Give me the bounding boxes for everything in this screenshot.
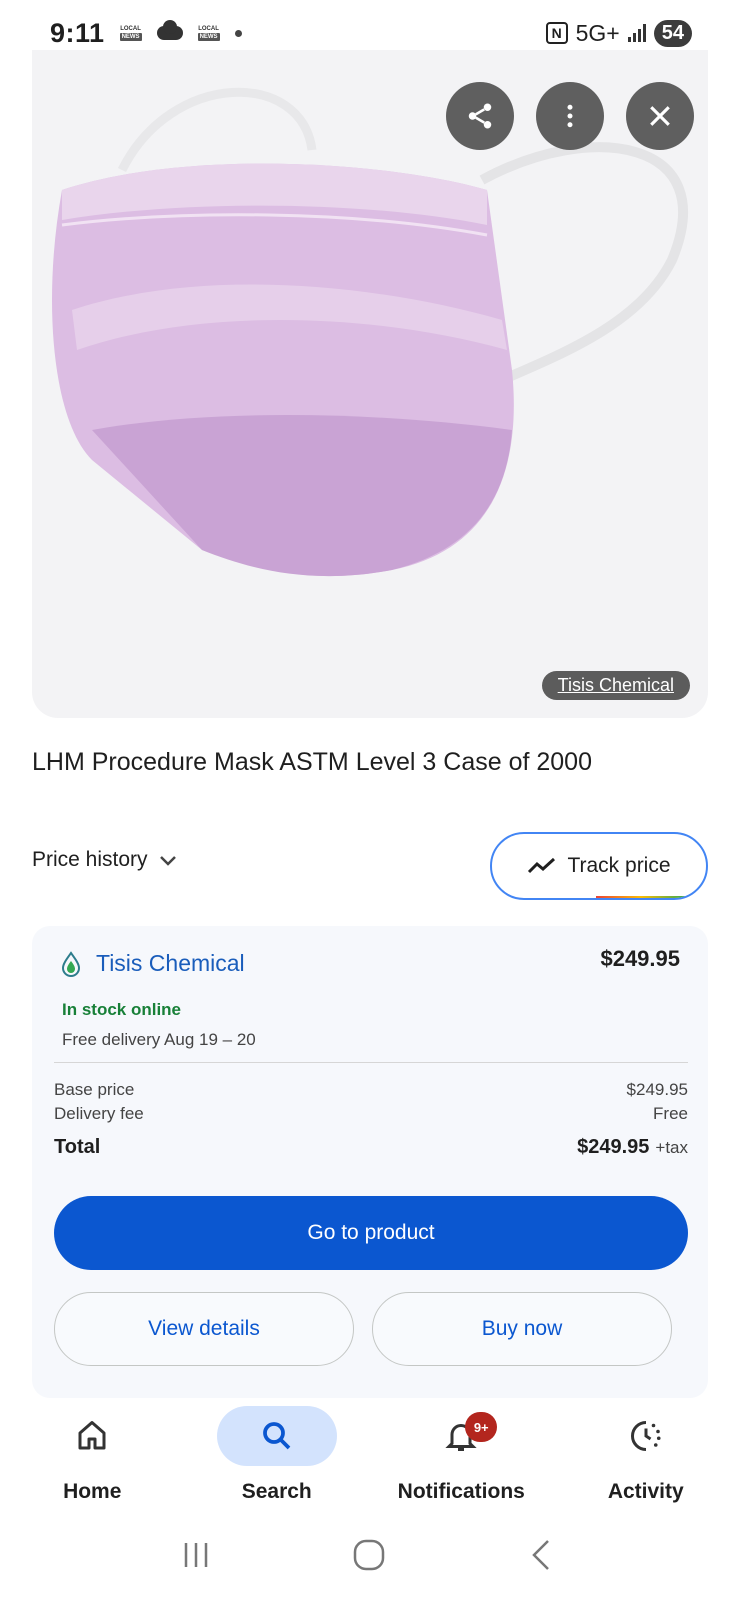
track-price-label: Track price	[567, 854, 671, 877]
recent-apps-icon[interactable]	[178, 1537, 214, 1573]
view-details-button[interactable]: View details	[54, 1292, 354, 1366]
bottom-navigation: Home Search 9+ Notifications Activity	[0, 1400, 738, 1510]
home-button-icon[interactable]	[351, 1537, 387, 1573]
nfc-icon: N	[545, 22, 568, 44]
bell-icon-wrap: 9+	[401, 1406, 521, 1466]
share-button[interactable]	[446, 82, 514, 150]
share-icon	[468, 103, 492, 129]
news-badge-bottom: NEWS	[119, 33, 142, 41]
status-right: N 5G+ 54	[545, 19, 692, 47]
mask-image	[52, 87, 689, 577]
delivery-fee-value: Free	[653, 1104, 688, 1123]
cloud-icon	[156, 20, 183, 40]
nav-activity-label: Activity	[607, 1480, 684, 1503]
seller-name: Tisis Chemical	[96, 950, 245, 976]
nav-activity[interactable]: Activity	[554, 1400, 738, 1510]
home-icon-wrap	[32, 1406, 152, 1466]
battery-indicator: 54	[653, 19, 692, 47]
news-badge-top: LOCAL	[198, 26, 219, 32]
nav-home[interactable]: Home	[0, 1400, 185, 1510]
more-vert-icon	[567, 104, 573, 128]
offer-card: Tisis Chemical $249.95 In stock online F…	[32, 926, 708, 1398]
delivery-info: Free delivery Aug 19 – 20	[62, 1030, 256, 1049]
nav-notifications-label: Notifications	[397, 1480, 525, 1503]
nav-search-label: Search	[241, 1480, 312, 1503]
activity-icon-wrap	[586, 1406, 706, 1466]
delivery-fee-label: Delivery fee	[54, 1104, 144, 1123]
divider	[54, 1062, 688, 1063]
go-to-product-button[interactable]: Go to product	[54, 1196, 688, 1270]
status-time: 9:11	[50, 17, 105, 48]
status-left: 9:11 LOCAL NEWS LOCAL NEWS	[50, 18, 242, 49]
total-label: Total	[54, 1136, 101, 1158]
price-history-label: Price history	[32, 848, 148, 871]
total-value: $249.95	[577, 1136, 650, 1158]
delivery-fee-row: Delivery fee Free	[54, 1104, 688, 1124]
tax-label: +tax	[655, 1138, 688, 1157]
seller-link[interactable]: Tisis Chemical	[60, 950, 245, 977]
news-badge-top: LOCAL	[120, 26, 141, 32]
base-price-row: Base price $249.95	[54, 1080, 688, 1100]
notifications-badge: 9+	[465, 1412, 498, 1442]
network-type: 5G+	[575, 19, 620, 46]
nav-home-label: Home	[63, 1480, 122, 1503]
seller-logo-icon	[61, 950, 81, 977]
product-image[interactable]: Tisis Chemical	[32, 50, 708, 718]
base-price-label: Base price	[54, 1080, 135, 1099]
local-news-icon-2: LOCAL NEWS	[195, 23, 223, 43]
search-icon-wrap	[216, 1406, 337, 1466]
base-price-value: $249.95	[626, 1080, 688, 1099]
offer-price: $249.95	[600, 946, 680, 971]
buy-now-button[interactable]: Buy now	[372, 1292, 672, 1366]
close-icon	[650, 106, 670, 126]
more-options-button[interactable]	[536, 82, 604, 150]
activity-icon	[630, 1421, 661, 1451]
trend-icon	[528, 857, 556, 874]
home-icon	[78, 1421, 106, 1450]
stock-status: In stock online	[62, 1000, 182, 1019]
notification-dot-icon	[234, 29, 242, 37]
news-badge-bottom: NEWS	[197, 33, 220, 41]
local-news-icon: LOCAL NEWS	[117, 23, 145, 43]
search-icon	[262, 1422, 291, 1450]
total-row: Total $249.95 +tax	[54, 1136, 688, 1159]
back-icon[interactable]	[524, 1537, 560, 1573]
signal-icon	[627, 24, 646, 42]
price-history-toggle[interactable]: Price history	[32, 848, 180, 872]
nav-search[interactable]: Search	[185, 1400, 370, 1510]
system-navigation	[0, 1520, 738, 1590]
image-source-link[interactable]: Tisis Chemical	[541, 671, 690, 700]
track-price-button[interactable]: Track price	[490, 832, 708, 900]
chevron-down-icon	[159, 856, 176, 866]
total-value-wrap: $249.95 +tax	[577, 1136, 688, 1159]
close-button[interactable]	[626, 82, 694, 150]
nav-notifications[interactable]: 9+ Notifications	[369, 1400, 554, 1510]
product-title: LHM Procedure Mask ASTM Level 3 Case of …	[32, 748, 592, 776]
